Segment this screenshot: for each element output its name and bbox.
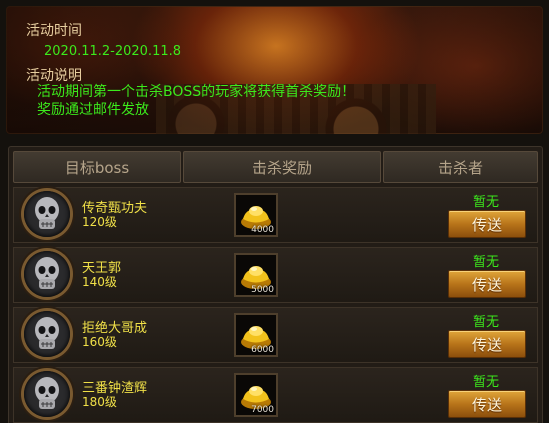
teleport-button[interactable]: 传送: [448, 270, 526, 298]
boss-portrait: [24, 251, 70, 297]
reward-item-slot[interactable]: 7000: [234, 373, 278, 417]
event-description-label: 活动说明: [26, 68, 82, 84]
skull-icon: [35, 377, 59, 409]
table-header: 目标boss 击杀奖励 击杀者: [13, 151, 538, 183]
event-description-line-1: 活动期间第一个击杀BOSS的玩家将获得首杀奖励！: [37, 84, 356, 100]
reward-item-slot[interactable]: 4000: [234, 193, 278, 237]
reward-count: 6000: [251, 345, 274, 355]
teleport-button[interactable]: 传送: [448, 330, 526, 358]
header-kill-reward: 击杀奖励: [183, 151, 381, 183]
skull-icon: [35, 197, 59, 229]
killer-name: 暂无: [472, 195, 499, 210]
table-row: 三番钟渣辉 180级 7000 暂无 传送: [13, 367, 538, 423]
boss-first-kill-table: 目标boss 击杀奖励 击杀者 传奇甄功夫 120级 4000 暂无 传送 天王…: [8, 146, 543, 423]
table-row: 天王郭 140级 5000 暂无 传送: [13, 247, 538, 303]
event-info-banner: 活动时间 2020.11.2-2020.11.8 活动说明 活动期间第一个击杀B…: [6, 6, 543, 134]
reward-count: 4000: [251, 225, 274, 235]
header-killer: 击杀者: [383, 151, 538, 183]
teleport-button[interactable]: 传送: [448, 390, 526, 418]
reward-count: 5000: [251, 285, 274, 295]
boss-portrait: [24, 191, 70, 237]
reward-item-slot[interactable]: 5000: [234, 253, 278, 297]
event-description-line-2: 奖励通过邮件发放: [37, 102, 149, 118]
table-row: 传奇甄功夫 120级 4000 暂无 传送: [13, 187, 538, 243]
boss-level: 180级: [82, 395, 117, 409]
header-target-boss: 目标boss: [13, 151, 181, 183]
boss-level: 120级: [82, 215, 117, 229]
event-time-range: 2020.11.2-2020.11.8: [44, 44, 182, 59]
table-row: 拒绝大哥成 160级 6000 暂无 传送: [13, 307, 538, 363]
boss-level: 160级: [82, 335, 117, 349]
killer-name: 暂无: [472, 375, 499, 390]
boss-portrait: [24, 371, 70, 417]
teleport-button[interactable]: 传送: [448, 210, 526, 238]
killer-name: 暂无: [472, 255, 499, 270]
event-time-label: 活动时间: [26, 23, 82, 39]
skull-icon: [35, 317, 59, 349]
reward-count: 7000: [251, 405, 274, 415]
boss-portrait: [24, 311, 70, 357]
boss-level: 140级: [82, 275, 117, 289]
killer-name: 暂无: [472, 315, 499, 330]
reward-item-slot[interactable]: 6000: [234, 313, 278, 357]
skull-icon: [35, 257, 59, 289]
